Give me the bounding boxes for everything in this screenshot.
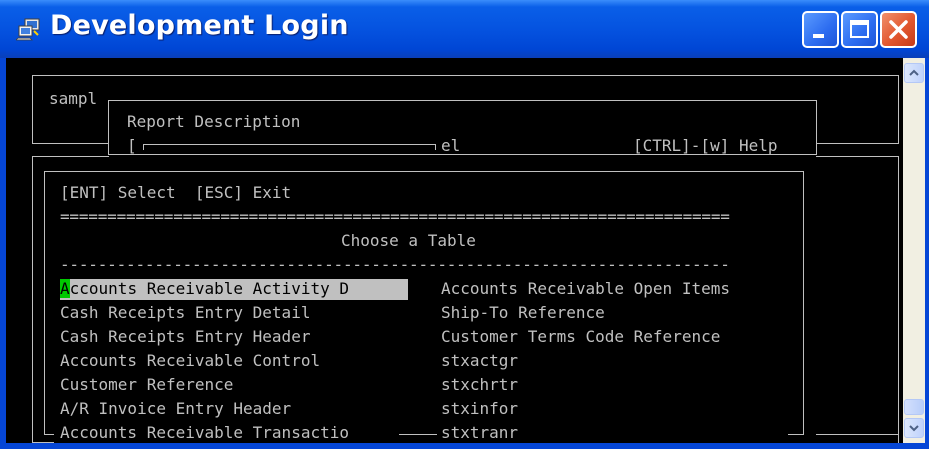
table-option[interactable]: A/R Invoice Entry Header (60, 399, 291, 419)
table-option[interactable]: Ship-To Reference (441, 303, 605, 323)
dialog-bottom-left-join (44, 434, 54, 435)
maximize-icon (850, 20, 869, 38)
dialog-left-border (44, 171, 45, 435)
dialog-keys-hint: [ENT] Select [ESC] Exit (60, 183, 292, 202)
window-frame-bottom (0, 443, 929, 449)
table-option[interactable]: stxinfor (441, 399, 518, 419)
window-title: Development Login (50, 10, 349, 41)
scroll-down-button[interactable] (904, 418, 924, 438)
table-option[interactable]: stxtranr (441, 423, 518, 443)
close-icon (889, 20, 908, 39)
outer-box-label: sampl (49, 89, 98, 108)
lower-box-bottom-left (32, 442, 54, 443)
lower-box-right-top (816, 156, 899, 157)
report-description-input[interactable] (143, 144, 436, 145)
lower-box-right-border (898, 156, 899, 443)
scroll-up-button[interactable] (904, 63, 924, 83)
outer-box-right-border (898, 75, 899, 144)
table-option[interactable]: Customer Terms Code Reference (441, 327, 720, 347)
dialog-top-border (44, 171, 804, 172)
table-option-selected[interactable]: Accounts Receivable Activity D (60, 279, 408, 300)
dialog-heading: Choose a Table (341, 231, 476, 250)
scroll-down-icon (909, 425, 919, 432)
table-option[interactable]: Accounts Receivable Open Items (441, 279, 730, 299)
report-field-suffix: el (441, 136, 461, 155)
outer-box-top-border (32, 75, 899, 76)
report-box-left-border (108, 100, 109, 155)
report-field-right-tick (435, 144, 436, 150)
outer-box-left-bottom (32, 143, 109, 144)
dialog-right-border (803, 171, 804, 435)
dialog-bottom-right-join (788, 434, 804, 435)
minimize-button[interactable] (802, 11, 839, 48)
table-option[interactable]: Customer Reference (60, 375, 233, 395)
maximize-button[interactable] (841, 11, 878, 48)
title-bar[interactable]: Development Login (0, 0, 929, 58)
lower-box-bottom-right (816, 434, 899, 435)
app-icon (16, 18, 40, 41)
report-box-top-border (108, 100, 817, 101)
table-option[interactable]: stxchrtr (441, 375, 518, 395)
close-button[interactable] (880, 11, 917, 48)
table-option[interactable]: Accounts Receivable Control (60, 351, 320, 371)
table-option[interactable]: Accounts Receivable Transactio (60, 423, 349, 443)
report-box-right-border (816, 100, 817, 155)
scroll-up-icon (909, 69, 919, 76)
report-field-bracket: [ (127, 136, 137, 155)
report-box-bottom-border (108, 154, 817, 155)
terminal-screen[interactable]: sampl Report Description [ el [CTRL]-[w]… (6, 58, 903, 443)
dialog-separator-single: ----------------------------------------… (60, 255, 730, 274)
dialog-separator-double: ========================================… (60, 207, 730, 226)
scroll-thumb[interactable] (904, 399, 924, 415)
window-frame-right (925, 58, 929, 449)
report-description-label: Report Description (127, 112, 301, 131)
lower-box-left-border (32, 156, 33, 443)
outer-box-left-border (32, 75, 33, 144)
dialog-bottom-mid-join (399, 434, 437, 435)
table-option[interactable]: Cash Receipts Entry Header (60, 327, 310, 347)
text-cursor: A (60, 279, 70, 298)
help-hint: [CTRL]-[w] Help (633, 136, 778, 155)
table-option[interactable]: stxactgr (441, 351, 518, 371)
vertical-scrollbar[interactable] (903, 58, 925, 443)
lower-box-left-top (32, 156, 109, 157)
table-option-selected-label: ccounts Receivable Activity D (69, 279, 349, 298)
outer-box-right-bottom (816, 143, 899, 144)
table-option[interactable]: Cash Receipts Entry Detail (60, 303, 310, 323)
app-window: Development Login sampl Report Descripti… (0, 0, 929, 449)
minimize-icon (813, 34, 824, 38)
